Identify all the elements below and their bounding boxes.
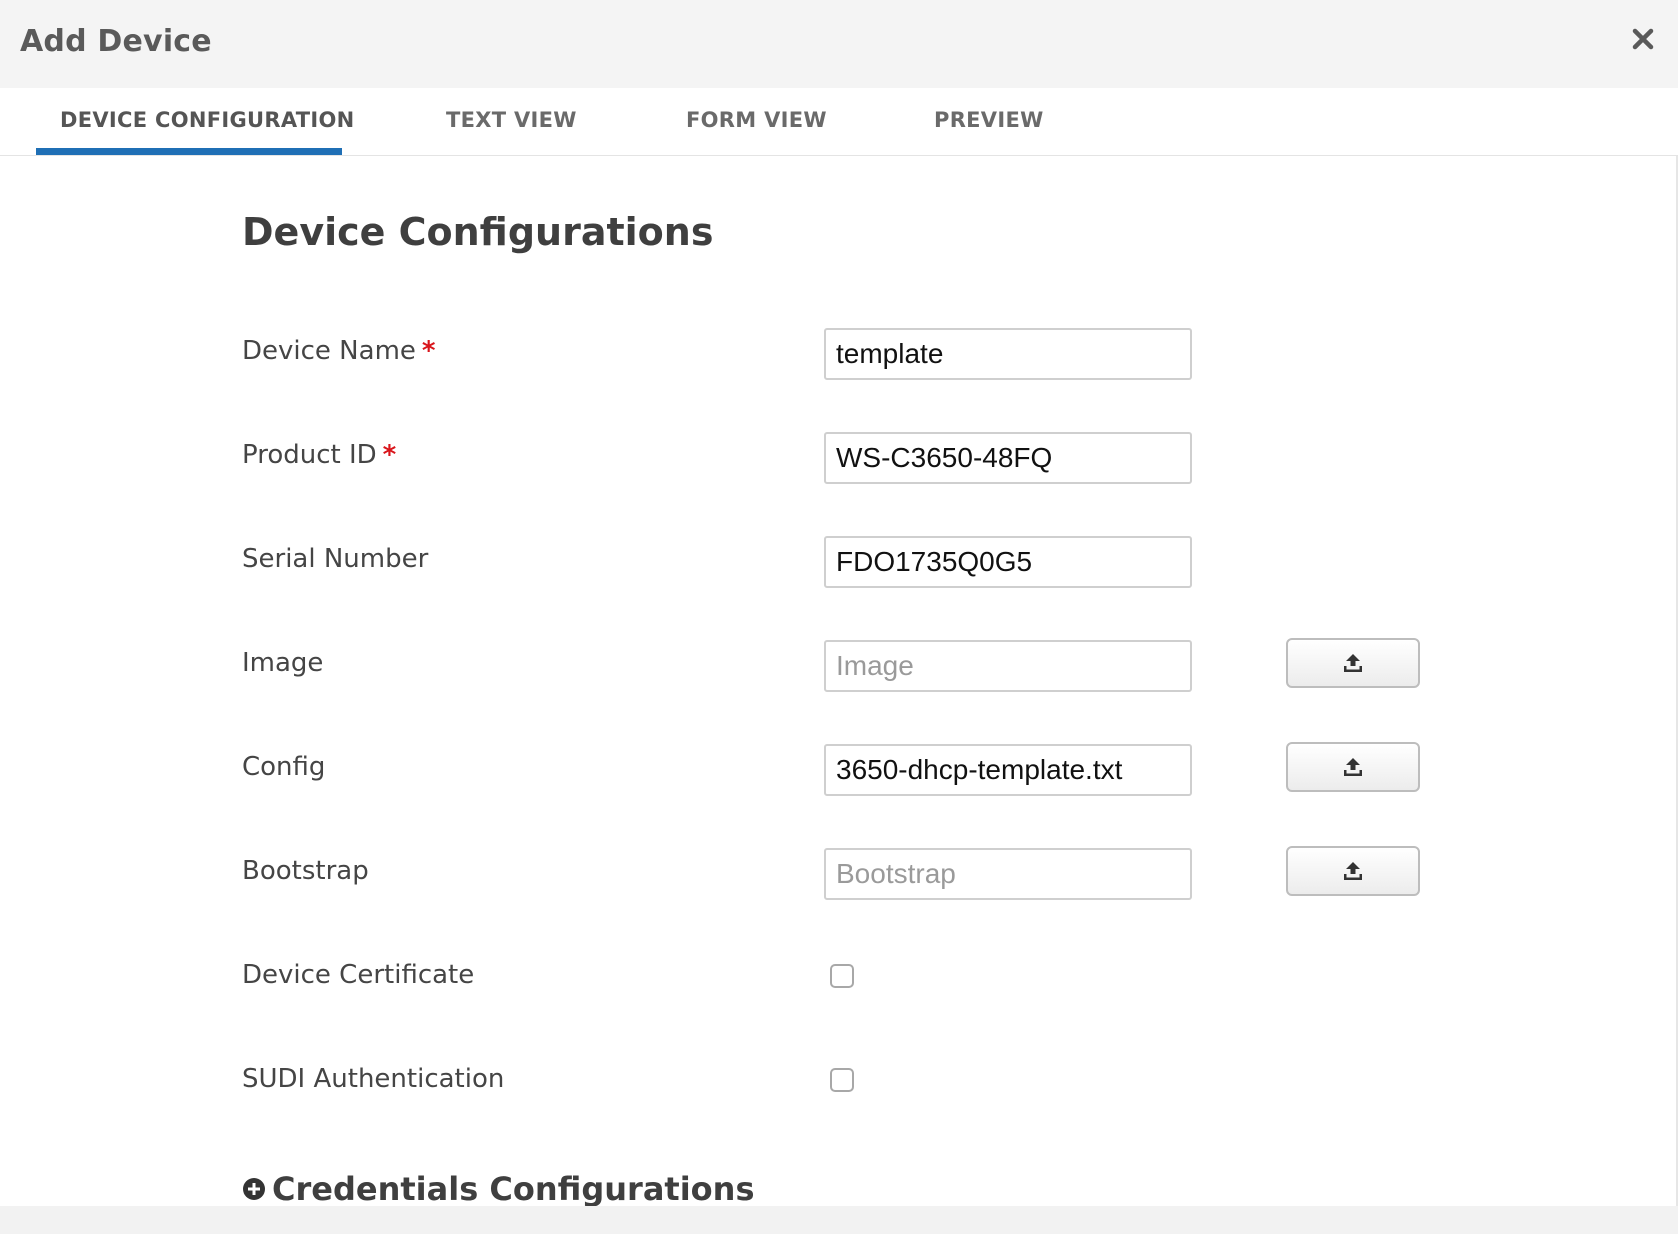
tab-device-configuration[interactable]: DEVICE CONFIGURATION: [60, 108, 355, 132]
product-id-label-text: Product ID: [242, 440, 377, 470]
modal-title: Add Device: [20, 24, 212, 59]
product-id-label: Product ID *: [242, 440, 396, 470]
required-marker: *: [382, 440, 397, 470]
active-tab-indicator: [36, 148, 342, 155]
tab-form-view[interactable]: FORM VIEW: [686, 108, 827, 132]
tab-preview[interactable]: PREVIEW: [934, 108, 1044, 132]
modal-header: Add Device: [0, 0, 1678, 88]
serial-number-input[interactable]: [824, 536, 1192, 588]
required-marker: *: [421, 336, 436, 366]
config-label: Config: [242, 752, 326, 782]
add-device-modal: Add Device DEVICE CONFIGURATION TEXT VIE…: [0, 0, 1678, 1234]
product-id-input[interactable]: [824, 432, 1192, 484]
section-title: Device Configurations: [242, 210, 714, 254]
close-icon: [1632, 28, 1654, 50]
image-upload-button[interactable]: [1286, 638, 1420, 688]
credentials-configurations-label: Credentials Configurations: [272, 1170, 755, 1208]
config-upload-button[interactable]: [1286, 742, 1420, 792]
config-input[interactable]: [824, 744, 1192, 796]
bootstrap-input[interactable]: [824, 848, 1192, 900]
serial-number-label: Serial Number: [242, 544, 429, 574]
upload-icon: [1344, 654, 1362, 672]
sudi-authentication-label: SUDI Authentication: [242, 1064, 505, 1094]
sudi-authentication-checkbox[interactable]: [830, 1068, 854, 1092]
device-name-input[interactable]: [824, 328, 1192, 380]
tab-text-view[interactable]: TEXT VIEW: [446, 108, 577, 132]
device-certificate-label: Device Certificate: [242, 960, 475, 990]
bootstrap-upload-button[interactable]: [1286, 846, 1420, 896]
modal-footer: [0, 1206, 1678, 1234]
device-name-label: Device Name *: [242, 336, 436, 366]
upload-icon: [1344, 862, 1362, 880]
image-input[interactable]: [824, 640, 1192, 692]
tab-bar: DEVICE CONFIGURATION TEXT VIEW FORM VIEW…: [0, 88, 1678, 156]
image-label: Image: [242, 648, 324, 678]
upload-icon: [1344, 758, 1362, 776]
bootstrap-label: Bootstrap: [242, 856, 369, 886]
close-button[interactable]: [1626, 22, 1660, 56]
credentials-configurations-toggle[interactable]: Credentials Configurations: [242, 1170, 754, 1208]
device-name-label-text: Device Name: [242, 336, 416, 366]
plus-circle-icon: [242, 1177, 266, 1201]
device-certificate-checkbox[interactable]: [830, 964, 854, 988]
